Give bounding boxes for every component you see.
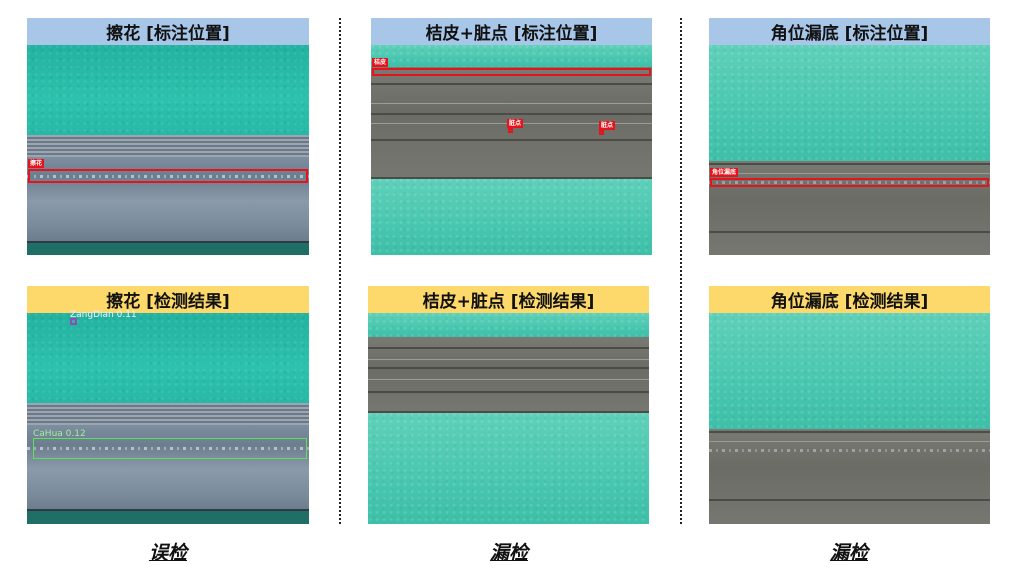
detection-panel-jupi-zangdian: 桔皮+脏点 [检测结果]	[368, 286, 649, 524]
annotation-box	[710, 178, 989, 187]
annotation-label: 脏点	[599, 121, 616, 130]
annotation-box	[28, 169, 308, 183]
detection-panel-cahua: 擦花 [检测结果] ZangDian 0.11 CaHua 0.12	[27, 286, 309, 524]
sample-photo	[709, 45, 990, 255]
column-divider	[680, 18, 682, 524]
sample-photo	[27, 313, 309, 524]
annotation-label: 角位漏底	[710, 168, 739, 177]
annotation-box	[599, 130, 604, 135]
detection-box	[70, 318, 77, 325]
annotation-label: 擦花	[28, 159, 45, 168]
panel-title: 桔皮+脏点 [检测结果]	[368, 286, 649, 313]
annotation-label: 脏点	[507, 119, 524, 128]
result-caption: 误检	[148, 542, 187, 564]
annotation-box	[508, 128, 513, 133]
sample-photo	[368, 313, 649, 524]
result-caption: 漏检	[489, 542, 528, 564]
panel-title: 桔皮+脏点 [标注位置]	[371, 18, 652, 45]
annotation-box	[372, 68, 651, 76]
detection-panel-jiaowei-loudi: 角位漏底 [检测结果]	[709, 286, 990, 524]
panel-title: 角位漏底 [标注位置]	[709, 18, 990, 45]
annotation-panel-jupi-zangdian: 桔皮+脏点 [标注位置] 桔皮 脏点 脏点	[371, 18, 652, 255]
annotation-panel-jiaowei-loudi: 角位漏底 [标注位置] 角位漏底	[709, 18, 990, 255]
detection-box	[33, 438, 307, 459]
annotation-panel-cahua: 擦花 [标注位置] 擦花	[27, 18, 309, 255]
sample-photo	[27, 45, 309, 255]
panel-title: 擦花 [检测结果]	[27, 286, 309, 313]
panel-title: 角位漏底 [检测结果]	[709, 286, 990, 313]
result-caption: 漏检	[829, 542, 868, 564]
sample-photo	[371, 45, 652, 255]
panel-title: 擦花 [标注位置]	[27, 18, 309, 45]
annotation-label: 桔皮	[372, 58, 389, 67]
detection-label: ZangDian 0.11	[70, 310, 137, 320]
sample-photo	[709, 313, 990, 524]
column-divider	[339, 18, 341, 524]
